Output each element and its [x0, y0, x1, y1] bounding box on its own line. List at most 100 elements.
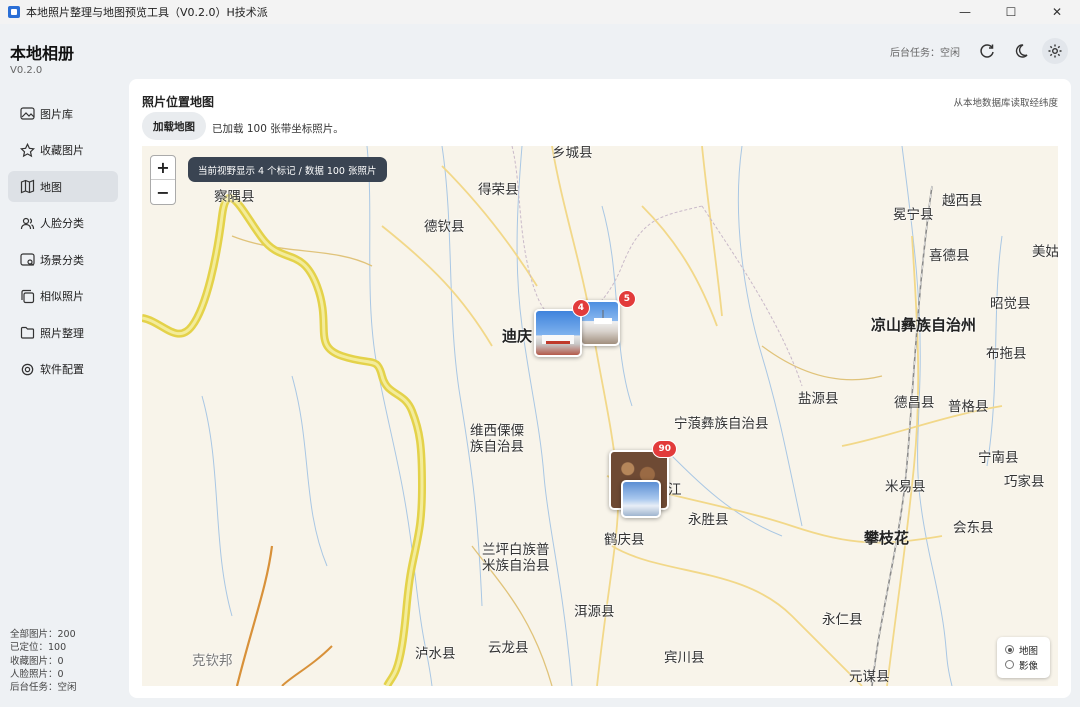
minimize-button[interactable]: —: [942, 0, 988, 24]
copy-icon: [20, 289, 34, 303]
map-label: 普格县: [948, 399, 989, 415]
sidebar-item-label: 地图: [40, 180, 62, 194]
star-icon: [19, 142, 35, 157]
map-label: 德钦县: [424, 219, 465, 235]
refresh-icon: [980, 44, 994, 58]
maximize-button[interactable]: ☐: [988, 0, 1034, 24]
sidebar-item-library[interactable]: 图片库: [8, 98, 118, 129]
map-label: 会东县: [953, 520, 994, 536]
sidebar-item-map[interactable]: 地图: [8, 171, 118, 202]
sidebar-item-faces[interactable]: 人脸分类: [8, 208, 118, 239]
map-label: 永胜县: [688, 512, 729, 528]
sidebar-item-similar[interactable]: 相似照片: [8, 281, 118, 312]
map-view[interactable]: 乡城县 得荣县 察隅县 德钦县 迪庆 维西傈僳 族自治县 宁蒗彝族自治县 永胜县…: [142, 146, 1058, 686]
map-label: 凉山彝族自治州: [871, 316, 977, 334]
map-label: 巧家县: [1004, 474, 1045, 490]
load-message: 已加载 100 张带坐标照片。: [212, 123, 344, 135]
gear-icon: [1048, 44, 1062, 58]
stat-located: 已定位：100: [10, 642, 67, 654]
sidebar: 图片库 收藏图片 地图 人脸分类 场景分类 相似照片 照片整理 软件配置: [8, 98, 118, 390]
map-label: 洱源县: [574, 604, 615, 620]
scene-icon: [19, 253, 35, 266]
map-label: 迪庆: [502, 327, 533, 345]
sidebar-item-favorites[interactable]: 收藏图片: [8, 135, 118, 166]
map-label: 维西傈僳: [470, 423, 524, 439]
layer-label: 地图: [1019, 645, 1039, 657]
map-label: 盐源县: [798, 391, 839, 407]
map-label: 米族自治县: [482, 558, 550, 574]
sidebar-item-settings[interactable]: 软件配置: [8, 354, 118, 385]
sidebar-item-label: 软件配置: [40, 363, 84, 376]
map-label: 克钦邦: [192, 653, 233, 669]
map-label: 美姑: [1032, 244, 1058, 260]
sidebar-item-label: 相似照片: [40, 290, 84, 303]
image-icon: [19, 107, 35, 120]
settings-button[interactable]: [1042, 38, 1068, 64]
window-titlebar: 本地照片整理与地图预览工具（V0.2.0）H技术派 — ☐ ✕: [0, 0, 1080, 24]
panel-title: 照片位置地图: [142, 95, 215, 109]
map-icon: [20, 179, 34, 194]
sidebar-item-label: 收藏图片: [40, 144, 84, 157]
map-label: 德昌县: [894, 395, 935, 411]
map-label: 冕宁县: [893, 207, 934, 223]
map-label: 永仁县: [822, 612, 863, 628]
map-label: 泸水县: [415, 646, 456, 662]
map-label: 喜德县: [929, 248, 970, 264]
map-label: 越西县: [942, 193, 983, 209]
layer-switcher: 地图 影像: [997, 637, 1050, 678]
close-button[interactable]: ✕: [1034, 0, 1080, 24]
map-label: 宁南县: [978, 450, 1019, 466]
cluster-count-badge: 4: [571, 299, 590, 317]
sidebar-item-label: 人脸分类: [40, 217, 84, 230]
map-label: 布拖县: [986, 346, 1027, 362]
app-name: 本地相册: [10, 44, 75, 63]
zoom-out-button[interactable]: −: [151, 180, 175, 204]
load-map-button[interactable]: 加载地图: [142, 112, 206, 140]
map-label: 元谋县: [849, 669, 890, 685]
theme-toggle-button[interactable]: [1008, 38, 1034, 64]
photo-cluster-marker[interactable]: 90: [609, 440, 677, 518]
header-actions: 后台任务：空闲: [890, 38, 1068, 64]
layer-option-satellite[interactable]: 影像: [1005, 657, 1050, 672]
stat-task: 后台任务：空闲: [10, 682, 77, 694]
map-label: 米易县: [885, 479, 926, 495]
folder-icon: [20, 326, 34, 339]
refresh-button[interactable]: [974, 38, 1000, 64]
panel-note: 从本地数据库读取经纬度: [953, 98, 1058, 109]
sidebar-item-organize[interactable]: 照片整理: [8, 317, 118, 348]
library-stats: 全部图片：200 已定位：100 收藏图片：0 人脸照片：0 后台任务：空闲: [10, 628, 77, 694]
map-label: 族自治县: [470, 439, 524, 455]
map-panel: 照片位置地图 从本地数据库读取经纬度 加载地图 已加载 100 张带坐标照片。: [129, 79, 1071, 698]
cluster-count-badge: 5: [617, 290, 636, 308]
layer-option-map[interactable]: 地图: [1005, 642, 1050, 657]
sidebar-item-label: 图片库: [40, 107, 73, 121]
map-label: 鹤庆县: [604, 532, 645, 548]
background-task-status: 后台任务：空闲: [890, 47, 960, 59]
radio-icon: [1005, 645, 1014, 654]
stat-faces: 人脸照片：0: [10, 668, 64, 680]
layer-label: 影像: [1019, 660, 1039, 672]
radio-icon: [1005, 660, 1014, 669]
cluster-count-badge: 90: [652, 440, 677, 458]
sidebar-item-label: 场景分类: [40, 253, 84, 267]
marker-thumbnail: [534, 309, 582, 357]
map-label: 乡城县: [552, 146, 593, 161]
map-label: 兰坪白族普: [482, 542, 550, 558]
moon-icon: [1015, 44, 1028, 58]
map-label: 宾川县: [664, 650, 705, 666]
app-icon: [8, 6, 20, 18]
photo-cluster-marker[interactable]: 4: [534, 299, 590, 357]
map-label: 宁蒗彝族自治县: [674, 416, 769, 432]
stat-total: 全部图片：200: [10, 629, 76, 640]
people-icon: [20, 217, 34, 229]
zoom-in-button[interactable]: +: [151, 156, 175, 180]
map-label: 云龙县: [488, 640, 529, 656]
map-label: 察隅县: [214, 189, 255, 205]
zoom-control: + −: [150, 155, 176, 205]
map-label: 攀枝花: [864, 529, 910, 547]
marker-thumbnail: [621, 480, 661, 518]
sidebar-item-scenes[interactable]: 场景分类: [8, 244, 118, 275]
sidebar-item-label: 照片整理: [40, 326, 84, 340]
window-title: 本地照片整理与地图预览工具（V0.2.0）H技术派: [26, 6, 268, 19]
viewport-info-tooltip: 当前视野显示 4 个标记 / 数据 100 张照片: [188, 157, 387, 182]
